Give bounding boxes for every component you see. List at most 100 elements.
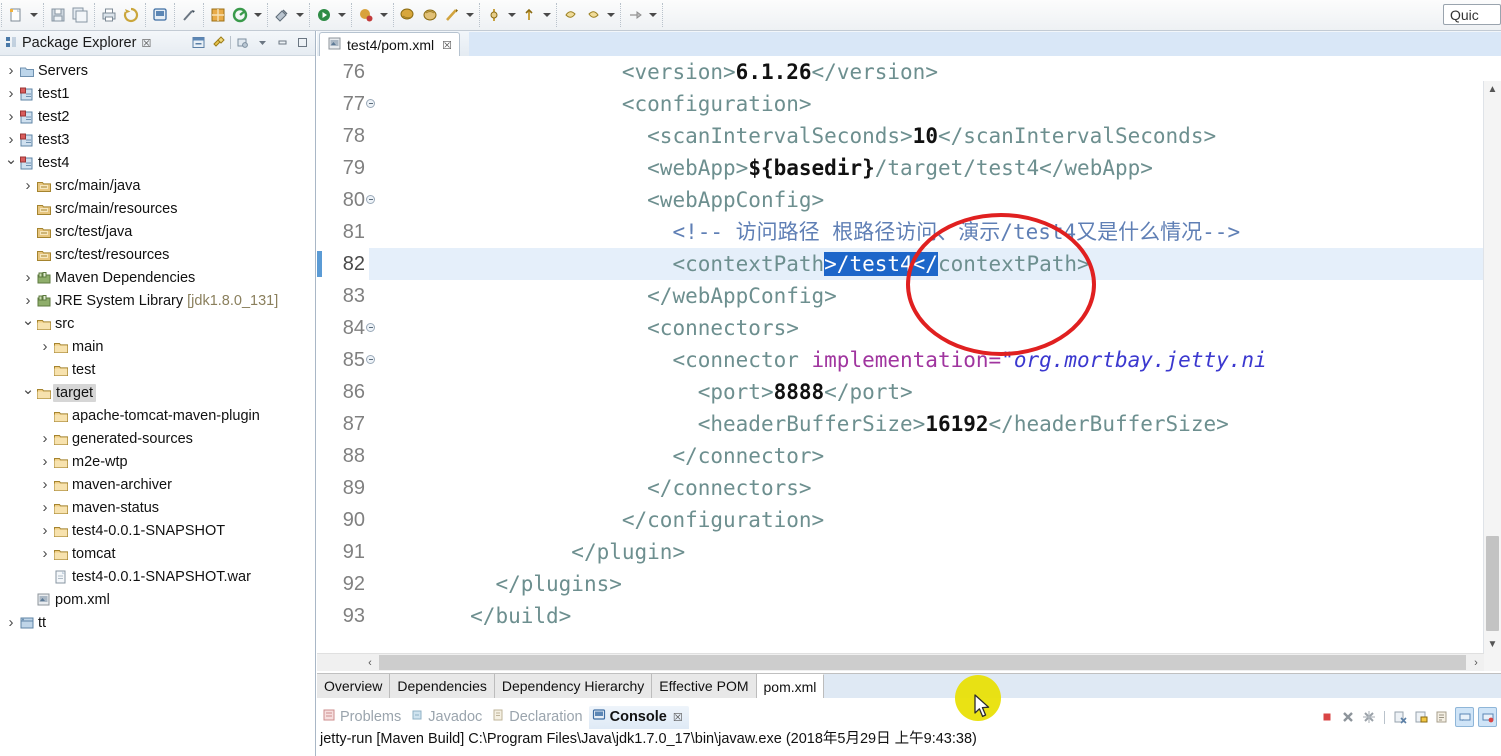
link-with-editor-icon[interactable]	[210, 33, 227, 51]
bottom-tab-javadoc[interactable]: Javadoc	[407, 706, 488, 729]
close-icon[interactable]: ☒	[442, 39, 452, 52]
code-line[interactable]: </configuration>	[369, 504, 1501, 536]
chevron-down-icon[interactable]	[646, 4, 659, 26]
chevron-down-icon[interactable]	[377, 4, 390, 26]
tree-item-generated-sources[interactable]: generated-sources	[0, 427, 315, 450]
code-line[interactable]: <headerBufferSize>16192</headerBufferSiz…	[369, 408, 1501, 440]
terminal-icon[interactable]	[149, 4, 171, 26]
editor-tab-pom-xml[interactable]: test4/pom.xml ☒	[319, 32, 461, 57]
scroll-down-icon[interactable]: ▼	[1484, 636, 1501, 653]
chevron-right-icon[interactable]	[38, 430, 52, 447]
chevron-down-icon[interactable]	[27, 4, 40, 26]
tree-item-maven-status[interactable]: maven-status	[0, 496, 315, 519]
code-line[interactable]: <contextPath>/test4</contextPath>	[369, 248, 1501, 280]
code-line[interactable]: <version>6.1.26</version>	[369, 56, 1501, 88]
git-commit-icon[interactable]	[483, 4, 505, 26]
chevron-down-icon[interactable]	[540, 4, 553, 26]
chevron-right-icon[interactable]	[38, 499, 52, 516]
code-line[interactable]: <connectors>	[369, 312, 1501, 344]
chevron-down-icon[interactable]	[251, 4, 264, 26]
tree-item-tt[interactable]: tt	[0, 611, 315, 634]
code-line[interactable]: <webAppConfig>	[369, 184, 1501, 216]
maximize-icon[interactable]	[294, 33, 311, 51]
tree-item-maven-archiver[interactable]: maven-archiver	[0, 473, 315, 496]
remove-launch-icon[interactable]	[1339, 708, 1356, 726]
search-icon[interactable]	[271, 4, 293, 26]
code-line[interactable]: </build>	[369, 600, 1501, 632]
tree-item-test[interactable]: test	[0, 358, 315, 381]
tree-item-test2[interactable]: test2	[0, 105, 315, 128]
scroll-right-icon[interactable]: ›	[1468, 654, 1484, 671]
chevron-down-icon[interactable]	[463, 4, 476, 26]
project-tree[interactable]: Servers test1 test2 test3 test4 src/main/java…	[0, 56, 315, 756]
scroll-left-icon[interactable]: ‹	[362, 654, 378, 671]
word-wrap-icon[interactable]	[1434, 708, 1451, 726]
save-all-icon[interactable]	[69, 4, 91, 26]
tree-item-src-test-resources[interactable]: src/test/resources	[0, 243, 315, 266]
collapse-all-icon[interactable]	[190, 33, 207, 51]
chevron-right-icon[interactable]	[4, 108, 18, 125]
form-tab-dependencies[interactable]: Dependencies	[390, 674, 495, 698]
back-nav-icon[interactable]	[624, 4, 646, 26]
bottom-view-tab-bar[interactable]: Problems Javadoc Declaration Console ☒	[317, 704, 1501, 730]
pin-console-icon[interactable]	[1455, 707, 1474, 727]
close-icon[interactable]: ☒	[673, 711, 683, 724]
chevron-right-icon[interactable]	[4, 131, 18, 148]
git-push-icon[interactable]	[518, 4, 540, 26]
chevron-right-icon[interactable]	[38, 453, 52, 470]
vertical-scroll-thumb[interactable]	[1486, 536, 1499, 631]
code-line[interactable]: </webAppConfig>	[369, 280, 1501, 312]
tree-item-src[interactable]: src	[0, 312, 315, 335]
code-line[interactable]: <webApp>${basedir}/target/test4</webApp>	[369, 152, 1501, 184]
chevron-right-icon[interactable]	[4, 614, 18, 631]
chevron-right-icon[interactable]	[38, 545, 52, 562]
chevron-right-icon[interactable]	[38, 338, 52, 355]
horizontal-scroll-thumb[interactable]	[379, 655, 1466, 670]
tree-item-maven-dependencies[interactable]: Maven Dependencies	[0, 266, 315, 289]
chevron-right-icon[interactable]	[4, 62, 18, 79]
code-line[interactable]: <!-- 访问路径 根路径访问、演示/test4又是什么情况-->	[369, 216, 1501, 248]
minimize-icon[interactable]	[274, 33, 291, 51]
chevron-right-icon[interactable]	[38, 476, 52, 493]
chevron-down-icon[interactable]	[335, 4, 348, 26]
scroll-up-icon[interactable]: ▲	[1484, 81, 1501, 98]
tree-item-servers[interactable]: Servers	[0, 59, 315, 82]
print-icon[interactable]	[98, 4, 120, 26]
code-line[interactable]: <port>8888</port>	[369, 376, 1501, 408]
tree-item-target[interactable]: target	[0, 381, 315, 404]
next-annotation-icon[interactable]	[582, 4, 604, 26]
quick-access-input[interactable]: Quic	[1443, 4, 1501, 25]
tree-item-test1[interactable]: test1	[0, 82, 315, 105]
bottom-tab-console[interactable]: Console ☒	[588, 705, 689, 729]
run-last-icon[interactable]	[441, 4, 463, 26]
scroll-lock-icon[interactable]	[1413, 708, 1430, 726]
chevron-down-icon[interactable]	[21, 315, 35, 333]
code-line[interactable]: </plugin>	[369, 536, 1501, 568]
run-icon[interactable]	[313, 4, 335, 26]
chevron-right-icon[interactable]	[4, 85, 18, 102]
tree-item-jre-system-library[interactable]: JRE System Library [jdk1.8.0_131]	[0, 289, 315, 312]
code-line[interactable]: </connectors>	[369, 472, 1501, 504]
code-line[interactable]: <configuration>	[369, 88, 1501, 120]
code-line[interactable]: <connector implementation="org.mortbay.j…	[369, 344, 1501, 376]
tree-item-test4-0-0-1-snapshot[interactable]: test4-0.0.1-SNAPSHOT	[0, 519, 315, 542]
remove-all-launches-icon[interactable]	[1360, 708, 1377, 726]
form-tab-effective-pom[interactable]: Effective POM	[652, 674, 757, 698]
code-line[interactable]: </connector>	[369, 440, 1501, 472]
editor-vertical-scrollbar[interactable]: ▲ ▼	[1483, 81, 1501, 671]
external-tools-icon[interactable]	[229, 4, 251, 26]
open-console-icon[interactable]	[1478, 707, 1497, 727]
tree-item-m2e-wtp[interactable]: m2e-wtp	[0, 450, 315, 473]
chevron-right-icon[interactable]	[38, 522, 52, 539]
chevron-down-icon[interactable]	[604, 4, 617, 26]
debug-icon[interactable]	[355, 4, 377, 26]
chevron-down-icon[interactable]	[293, 4, 306, 26]
pom-editor-page-tabs[interactable]: Overview Dependencies Dependency Hierarchy…	[317, 673, 1501, 698]
tree-item-src-test-java[interactable]: src/test/java	[0, 220, 315, 243]
clear-console-icon[interactable]	[1392, 708, 1409, 726]
tree-item-main[interactable]: main	[0, 335, 315, 358]
link-editor-icon[interactable]	[178, 4, 200, 26]
source-code[interactable]: <version>6.1.26</version> <configuration…	[369, 56, 1501, 671]
tree-item-apache-tomcat-maven-plugin[interactable]: apache-tomcat-maven-plugin	[0, 404, 315, 427]
save-icon[interactable]	[47, 4, 69, 26]
